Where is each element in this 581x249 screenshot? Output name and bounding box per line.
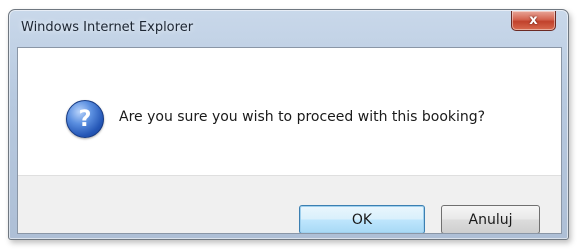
dialog-body: ? Are you sure you wish to proceed with … (17, 47, 562, 234)
title-bar[interactable]: Windows Internet Explorer x (9, 10, 568, 48)
window-title: Windows Internet Explorer (21, 20, 194, 35)
cancel-button-label: Anuluj (468, 211, 513, 228)
ok-button[interactable]: OK (299, 205, 425, 233)
message-area: ? Are you sure you wish to proceed with … (18, 48, 561, 175)
button-bar: OK Anuluj (18, 175, 561, 233)
cancel-button[interactable]: Anuluj (441, 205, 540, 233)
question-glyph: ? (78, 106, 92, 132)
close-icon: x (529, 13, 538, 28)
close-button[interactable]: x (511, 11, 556, 31)
dialog-message: Are you sure you wish to proceed with th… (119, 109, 486, 125)
question-icon: ? (66, 100, 104, 138)
confirm-dialog-window: Windows Internet Explorer x ? Are you su… (8, 9, 569, 240)
ok-button-label: OK (351, 211, 373, 228)
